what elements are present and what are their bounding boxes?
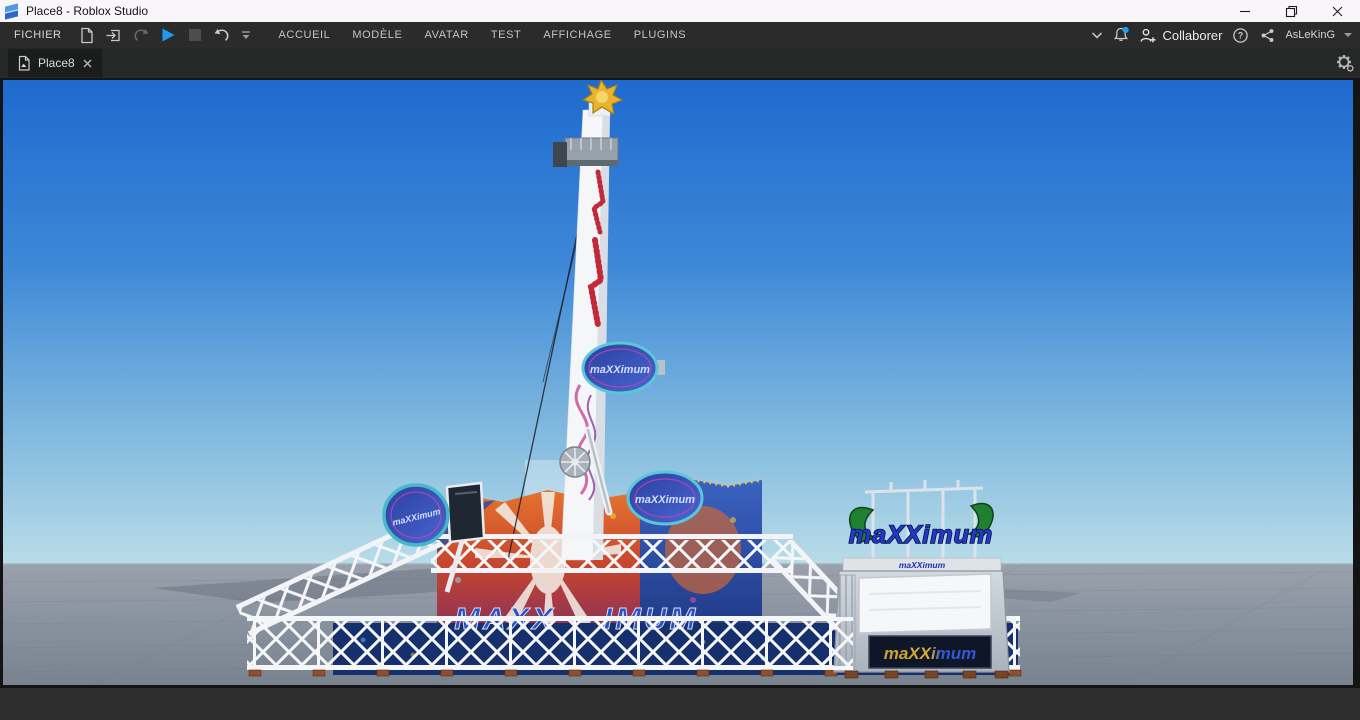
collaborate-label: Collaborer (1162, 27, 1223, 43)
undo-button[interactable] (213, 26, 231, 44)
share-button[interactable] (1258, 26, 1276, 44)
roblox-studio-logo-icon (5, 3, 19, 19)
file-menu-button[interactable]: FICHIER (0, 29, 72, 41)
tab-modele[interactable]: MODÈLE (341, 22, 413, 48)
help-button[interactable]: ? (1231, 26, 1249, 44)
window-controls (1222, 0, 1360, 22)
username-button[interactable]: AsLeKinG (1285, 29, 1335, 41)
minimize-icon (1240, 10, 1250, 13)
ribbon-bar: FICHIER ACCUEIL MODÈLE AVATAR TEST AFFIC… (0, 22, 1360, 48)
tab-close-icon[interactable] (82, 58, 93, 69)
lower-oval-sign: maXXimum (626, 470, 704, 526)
svg-text:maXXimum: maXXimum (849, 521, 993, 549)
tab-plugins[interactable]: PLUGINS (623, 22, 698, 48)
play-icon (162, 28, 174, 42)
tab-avatar[interactable]: AVATAR (413, 22, 479, 48)
tower-fan (559, 446, 591, 478)
toolbar-options-icon (241, 30, 250, 39)
tab-test[interactable]: TEST (480, 22, 533, 48)
window-title: Place8 - Roblox Studio (26, 4, 149, 18)
new-file-button[interactable] (78, 26, 96, 44)
svg-text:maXXimum: maXXimum (899, 560, 946, 570)
svg-text:maXXimum: maXXimum (635, 494, 695, 506)
place-file-icon (18, 55, 30, 71)
play-button[interactable] (159, 26, 177, 44)
restore-button[interactable] (1268, 0, 1314, 22)
share-icon (1261, 28, 1274, 42)
tower-carriage (553, 137, 619, 167)
notifications-button[interactable] (1112, 26, 1130, 44)
gear-icon (1337, 55, 1354, 72)
collaborate-button[interactable]: Collaborer (1139, 27, 1222, 44)
close-icon (1332, 6, 1343, 17)
svg-text:maXXimum: maXXimum (884, 644, 977, 663)
open-file-icon (106, 29, 120, 41)
svg-text:?: ? (1238, 30, 1243, 40)
stop-icon (188, 29, 201, 41)
ribbon-menu-tabs: ACCUEIL MODÈLE AVATAR TEST AFFICHAGE PLU… (268, 22, 698, 48)
restore-icon (1285, 5, 1298, 18)
close-button[interactable] (1314, 0, 1360, 22)
new-file-icon (80, 27, 93, 43)
svg-text:maXXimum: maXXimum (590, 364, 650, 376)
user-menu-caret[interactable] (1344, 33, 1352, 37)
ribbon-right-cluster: Collaborer ? AsLeKinG (1091, 26, 1360, 44)
toolbar-options-button[interactable] (240, 26, 252, 44)
ribbon-collapse-button[interactable] (1091, 26, 1103, 44)
booth-side-gate (815, 617, 853, 670)
booth-front-sign: maXXimum (868, 635, 992, 669)
place-tab[interactable]: Place8 (8, 49, 102, 77)
open-file-button[interactable] (105, 26, 123, 44)
minimize-button[interactable] (1222, 0, 1268, 22)
ribbon-collapse-icon (1092, 32, 1103, 39)
stop-button[interactable] (186, 26, 204, 44)
redo-button[interactable] (132, 26, 150, 44)
viewport-scene: MAXX IMUM (2, 78, 1354, 686)
add-collaborator-icon (1140, 28, 1156, 42)
booth-screen (858, 573, 992, 634)
tab-accueil[interactable]: ACCUEIL (268, 22, 342, 48)
place-tab-label: Place8 (38, 56, 75, 70)
viewport-settings-button[interactable] (1336, 54, 1354, 72)
3d-viewport[interactable]: MAXX IMUM (0, 78, 1360, 688)
quick-access-toolbar (78, 26, 252, 44)
tab-affichage[interactable]: AFFICHAGE (532, 22, 622, 48)
redo-icon (133, 29, 148, 41)
document-tab-bar: Place8 (0, 48, 1360, 78)
title-bar: Place8 - Roblox Studio (0, 0, 1360, 22)
notifications-bell-icon (1114, 26, 1130, 41)
undo-icon (214, 29, 229, 41)
help-icon: ? (1233, 27, 1248, 43)
